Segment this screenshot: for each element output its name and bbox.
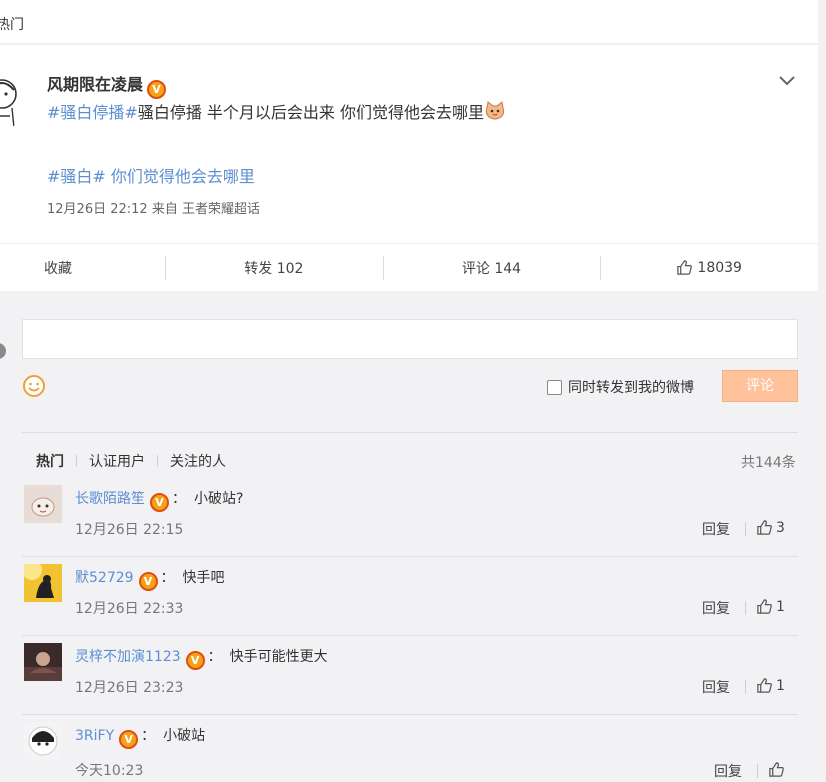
post-meta: 12月26日 22:12 来自 王者荣耀超话 xyxy=(47,202,260,217)
comment-content: 3RiFY V： 小破站 xyxy=(75,725,205,749)
commenter-avatar[interactable] xyxy=(24,564,62,602)
filter-following[interactable]: 关注的人 xyxy=(170,451,226,471)
commenter-name[interactable]: 长歌陌路笙 xyxy=(75,491,145,507)
comment-total: 共144条 xyxy=(741,455,796,471)
commenter-avatar[interactable] xyxy=(24,722,62,760)
comment-time: 今天10:23 xyxy=(75,763,144,779)
verified-badge-icon: V xyxy=(147,80,167,99)
post-text-line1: #骚白停播#骚白停播 半个月以后会出来 你们觉得他会去哪里 xyxy=(47,99,506,123)
verified-badge-icon: V xyxy=(138,572,158,591)
comment-like-button[interactable]: 3 xyxy=(756,519,785,536)
like-button[interactable]: 18039 xyxy=(600,244,818,291)
comment-label: 评论 144 xyxy=(461,260,522,277)
comment-filter-tabs: 热门 认证用户 关注的人 xyxy=(36,451,226,471)
repost-checkbox[interactable] xyxy=(547,379,562,395)
divider xyxy=(745,522,746,536)
comment-colon: ： xyxy=(207,649,222,665)
cat-emoji-icon xyxy=(485,101,505,120)
comment-colon: ： xyxy=(141,728,156,744)
commenter-name[interactable]: 默52729 xyxy=(75,570,134,586)
divider xyxy=(757,764,758,778)
reply-button[interactable]: 回复 xyxy=(702,598,730,618)
comment-like-count: 1 xyxy=(776,598,785,615)
post-card: 风期限在凌晨 V #骚白停播#骚白停播 半个月以后会出来 你们觉得他会去哪里 #骚… xyxy=(0,45,818,243)
filter-hot[interactable]: 热门 xyxy=(36,451,64,471)
commenter-avatar[interactable] xyxy=(24,485,62,523)
divider xyxy=(745,680,746,694)
comment-content: 灵梓不加演1123 V： 快手可能性更大 xyxy=(75,646,328,670)
comment-like-button[interactable]: 1 xyxy=(756,598,785,615)
comment-content: 默52729 V： 快手吧 xyxy=(75,567,225,591)
thumbs-up-icon xyxy=(757,678,772,693)
divider xyxy=(745,601,746,615)
comment-input[interactable] xyxy=(22,319,798,359)
comment-like-button[interactable]: 1 xyxy=(756,677,785,694)
comment-text: 快手吧 xyxy=(182,570,225,586)
post-text-link[interactable]: 你们觉得他会去哪里 xyxy=(106,167,255,186)
repost-button[interactable]: 转发 102 xyxy=(165,244,383,291)
thumbs-up-icon xyxy=(757,520,772,535)
favorite-button[interactable]: 收藏 xyxy=(0,244,165,291)
comment-time: 12月26日 22:33 xyxy=(75,601,184,617)
favorite-label: 收藏 xyxy=(44,260,72,277)
post-text: 骚白停播 半个月以后会出来 你们觉得他会去哪里 xyxy=(137,103,485,122)
topic-tag-link[interactable]: #骚白停播# xyxy=(47,103,138,122)
comment-text: 快手可能性更大 xyxy=(229,649,328,665)
comment-like-count: 1 xyxy=(776,677,785,694)
action-bar: 收藏 转发 102 评论 144 18039 xyxy=(0,243,818,291)
thumbs-up-icon xyxy=(769,762,784,777)
author-avatar[interactable] xyxy=(0,72,24,130)
thumbs-up-icon xyxy=(757,599,772,614)
comment-colon: ： xyxy=(160,570,175,586)
divider xyxy=(22,432,798,433)
comment-text: 小破站 xyxy=(163,728,206,744)
author-name-text[interactable]: 风期限在凌晨 xyxy=(47,75,143,94)
emoji-smiley-icon[interactable] xyxy=(22,374,46,398)
comment-row: 灵梓不加演1123 V： 快手可能性更大 12月26日 23:23 回复 1 xyxy=(22,636,798,715)
top-tab-bar: 热门 xyxy=(0,0,818,44)
filter-verified[interactable]: 认证用户 xyxy=(89,451,145,471)
tab-hot[interactable]: 热门 xyxy=(0,14,24,34)
author-name[interactable]: 风期限在凌晨 V xyxy=(47,71,167,99)
chevron-down-icon[interactable] xyxy=(776,69,798,91)
comment-row: 长歌陌路笙 V： 小破站? 12月26日 22:15 回复 3 xyxy=(22,478,798,557)
comment-like-button[interactable] xyxy=(768,761,788,778)
comment-row: 3RiFY V： 小破站 今天10:23 回复 xyxy=(22,715,798,782)
reply-button[interactable]: 回复 xyxy=(702,519,730,539)
topic-tag-link[interactable]: #骚白# xyxy=(47,167,106,186)
verified-badge-icon: V xyxy=(150,493,169,512)
repost-checkbox-label: 同时转发到我的微博 xyxy=(568,380,694,396)
commenter-avatar[interactable] xyxy=(24,643,62,681)
comment-row: 默52729 V： 快手吧 12月26日 22:33 回复 1 xyxy=(22,557,798,636)
repost-checkbox-row[interactable]: 同时转发到我的微博 xyxy=(547,377,694,397)
commenter-name[interactable]: 3RiFY xyxy=(75,728,114,744)
post-text-line2: #骚白# 你们觉得他会去哪里 xyxy=(47,163,255,187)
like-count: 18039 xyxy=(697,259,742,276)
comment-button[interactable]: 评论 144 xyxy=(382,244,601,291)
comment-like-count: 3 xyxy=(776,519,785,536)
my-avatar xyxy=(0,343,6,359)
repost-label: 转发 102 xyxy=(244,260,304,277)
comment-time: 12月26日 23:23 xyxy=(75,680,184,696)
verified-badge-icon: V xyxy=(119,730,139,749)
commenter-name[interactable]: 灵梓不加演1123 xyxy=(75,649,181,665)
thumbs-up-icon xyxy=(677,260,693,275)
reply-button[interactable]: 回复 xyxy=(702,677,730,697)
submit-comment-button[interactable]: 评论 xyxy=(722,370,798,402)
verified-badge-icon: V xyxy=(185,651,205,670)
comment-colon: ： xyxy=(172,491,186,507)
divider xyxy=(76,455,77,467)
reply-button[interactable]: 回复 xyxy=(714,761,742,781)
comment-time: 12月26日 22:15 xyxy=(75,522,184,538)
divider xyxy=(157,455,158,467)
comment-text: 小破站? xyxy=(194,491,244,507)
comment-content: 长歌陌路笙 V： 小破站? xyxy=(75,488,243,512)
